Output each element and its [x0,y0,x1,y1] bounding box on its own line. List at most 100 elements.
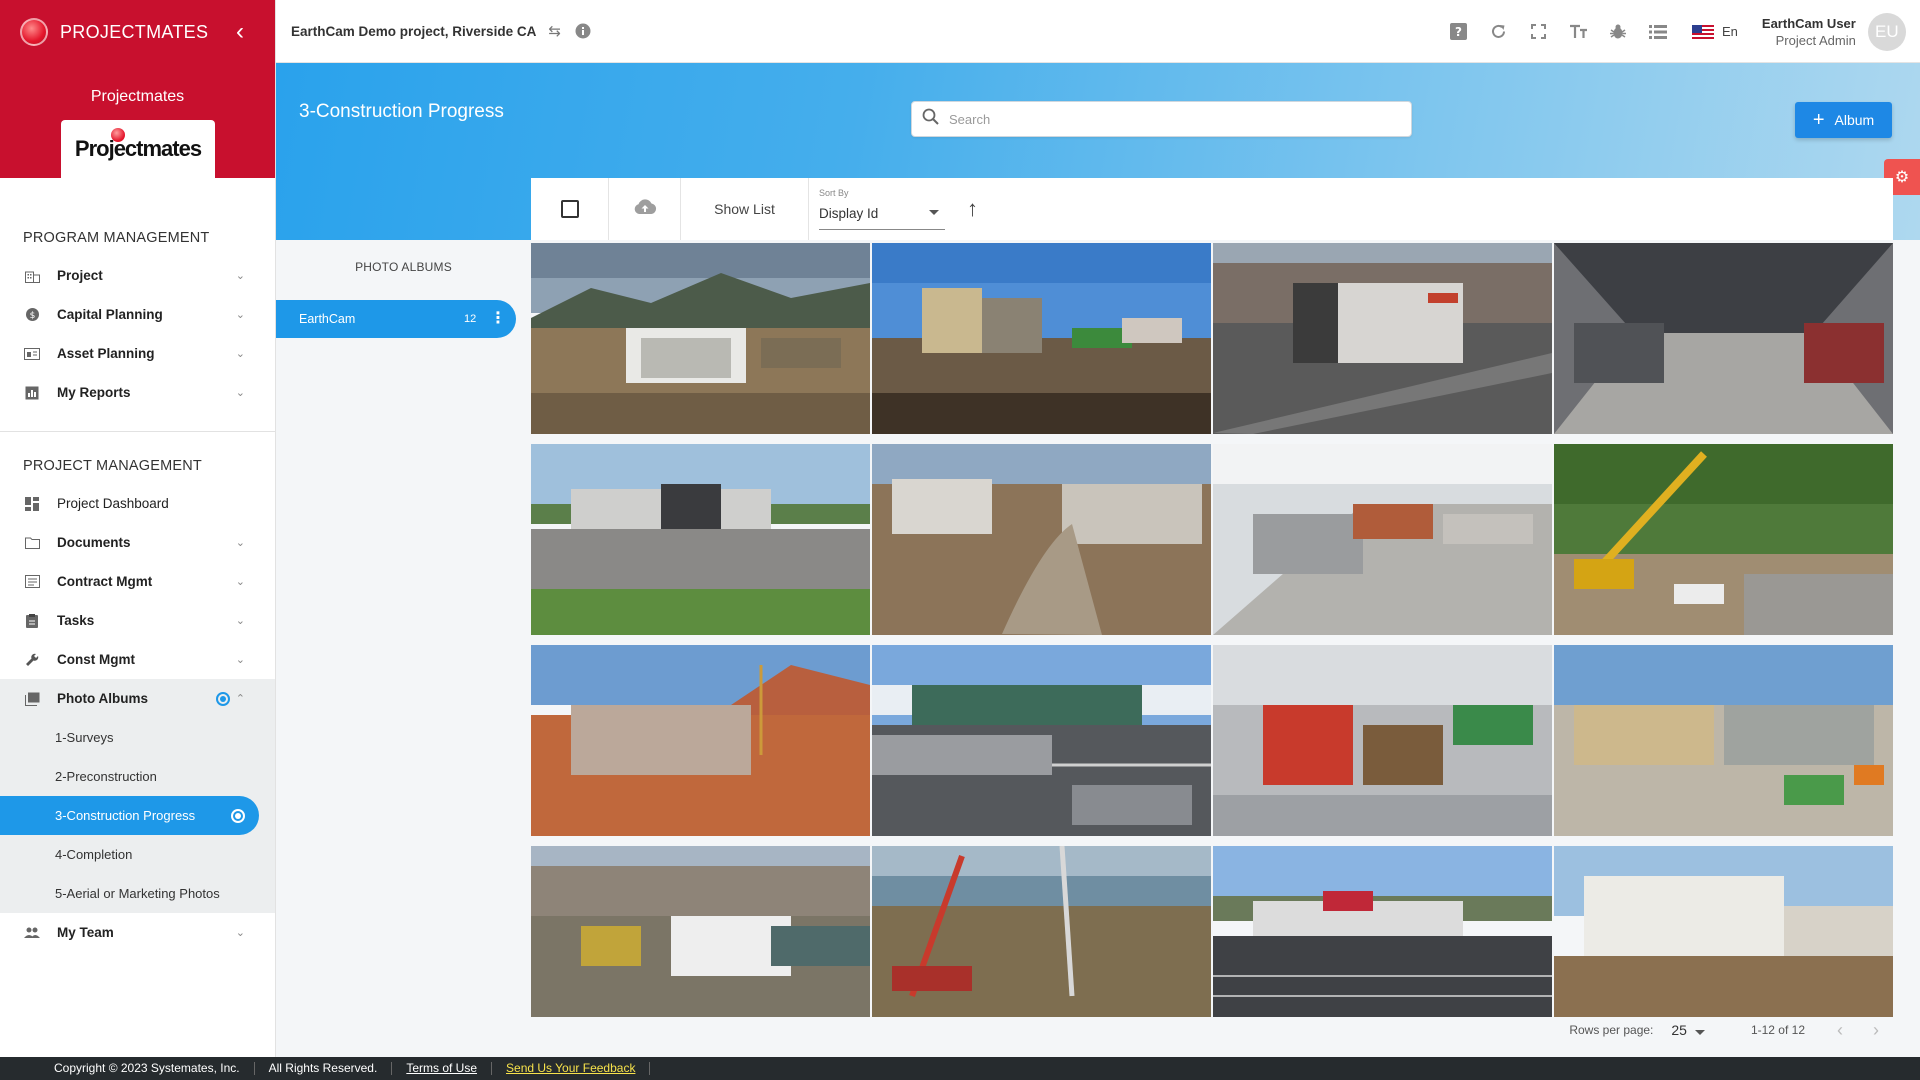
sidebar-item-my-reports[interactable]: My Reports ⌄ [0,373,275,412]
construction-photo [872,243,1211,434]
sidebar-subitem-aerial-marketing[interactable]: 5-Aerial or Marketing Photos [0,874,275,913]
construction-photo [531,243,870,434]
sidebar-item-documents[interactable]: Documents ⌄ [0,523,275,562]
collapse-sidebar-button[interactable]: ‹ [225,18,255,46]
asset-icon [24,346,40,362]
construction-photo [531,846,870,1017]
page-title: 3-Construction Progress [299,101,504,122]
sidebar-subitem-completion[interactable]: 4-Completion [0,835,275,874]
photo-thumbnail[interactable] [1213,846,1552,1017]
organization-logo: Projectmates [61,120,215,178]
sidebar-item-const-mgmt[interactable]: Const Mgmt ⌄ [0,640,275,679]
feedback-link[interactable]: Send Us Your Feedback [506,1061,635,1075]
photo-thumbnail[interactable] [1213,243,1552,434]
rows-per-page-select[interactable]: 25 [1671,1022,1705,1038]
photo-thumbnail[interactable] [1554,846,1893,1017]
switch-project-icon[interactable]: ⇆ [548,22,561,40]
cloud-upload-icon[interactable] [633,198,657,220]
help-icon[interactable]: ? [1438,12,1478,52]
construction-photo [872,444,1211,635]
wrench-icon [24,652,40,668]
sidebar-item-project[interactable]: Project ⌄ [0,256,275,295]
construction-photo [1554,846,1893,1017]
chevron-left-icon[interactable]: ‹ [1837,1020,1843,1041]
bug-icon[interactable] [1598,12,1638,52]
select-all-cell [531,178,609,240]
avatar[interactable]: EU [1867,12,1906,51]
add-album-button[interactable]: + Album [1795,102,1892,138]
photo-thumbnail[interactable] [531,645,870,836]
construction-photo [1213,645,1552,836]
plus-icon: + [1812,109,1825,131]
construction-photo [1554,243,1893,434]
photo-thumbnail[interactable] [872,444,1211,635]
chevron-down-icon: ⌄ [235,348,245,360]
sidebar-item-contract-mgmt[interactable]: Contract Mgmt ⌄ [0,562,275,601]
search-input[interactable] [949,111,1411,127]
text-size-icon[interactable] [1558,12,1598,52]
sidebar-subitem-surveys[interactable]: 1-Surveys [0,718,275,757]
sidebar-subitem-label: 3-Construction Progress [55,808,196,823]
fullscreen-icon[interactable] [1518,12,1558,52]
sidebar-item-capital-planning[interactable]: $ Capital Planning ⌄ [0,295,275,334]
copyright-text: Copyright © 2023 Systemates, Inc. [0,1062,255,1075]
brand-logo-icon [20,18,48,46]
user-info[interactable]: EarthCam User Project Admin [1762,15,1856,49]
sort-ascending-icon[interactable]: ↑ [967,196,978,222]
sort-by-select[interactable]: Sort By Display Id [819,188,945,230]
album-item-earthcam[interactable]: EarthCam 12 ⋮ [276,300,516,338]
photo-thumbnail[interactable] [1554,645,1893,836]
list-view-icon[interactable] [1638,12,1678,52]
select-all-checkbox[interactable] [560,200,579,218]
photo-thumbnail[interactable] [1554,444,1893,635]
sidebar-item-project-dashboard[interactable]: Project Dashboard [0,484,275,523]
photo-album-icon [24,691,40,707]
terms-of-use-link[interactable]: Terms of Use [406,1061,477,1075]
dashboard-icon [24,496,40,512]
language-selector[interactable]: En [1722,24,1738,39]
building-icon [24,268,40,284]
construction-photo [1213,444,1552,635]
sidebar-item-my-team[interactable]: My Team ⌄ [0,913,275,952]
footer: Copyright © 2023 Systemates, Inc. All Ri… [0,1057,1920,1080]
photo-thumbnail[interactable] [531,444,870,635]
sidebar-item-label: Const Mgmt [57,652,135,667]
construction-photo [872,645,1211,836]
photo-grid [531,243,1893,1017]
chevron-right-icon[interactable]: › [1873,1020,1879,1041]
construction-photo [1213,243,1552,434]
photo-thumbnail[interactable] [531,243,870,434]
user-name: EarthCam User [1761,15,1856,31]
sidebar-item-asset-planning[interactable]: Asset Planning ⌄ [0,334,275,373]
folder-icon [24,535,40,551]
svg-text:$: $ [29,311,35,321]
page-range: 1-12 of 12 [1750,1023,1805,1037]
chevron-down-icon: ⌄ [235,270,245,282]
refresh-icon[interactable] [1478,12,1518,52]
search-box[interactable] [911,101,1412,137]
photo-thumbnail[interactable] [872,243,1211,434]
brand-header: PROJECTMATES ‹ Projectmates Projectmates [0,0,275,178]
us-flag-icon[interactable] [1692,24,1714,39]
photo-thumbnail[interactable] [872,645,1211,836]
sidebar-item-photo-albums[interactable]: Photo Albums ⌃ [0,679,275,718]
rows-per-page-label: Rows per page: [1569,1023,1654,1037]
sidebar-item-tasks[interactable]: Tasks ⌄ [0,601,275,640]
sort-by-label: Sort By [819,188,849,198]
photo-thumbnail[interactable] [531,846,870,1017]
organization-name: Projectmates [90,88,185,105]
sidebar-subitem-preconstruction[interactable]: 2-Preconstruction [0,757,275,796]
show-list-button[interactable]: Show List [681,178,809,240]
sidebar: PROJECTMATES ‹ Projectmates Projectmates… [0,0,276,1057]
sidebar-subitem-construction-progress[interactable]: 3-Construction Progress [0,796,259,835]
user-role: Project Admin [1775,32,1856,48]
photo-thumbnail[interactable] [1213,444,1552,635]
logo-dot-icon [110,128,125,142]
add-album-label: Album [1834,112,1875,128]
photo-thumbnail[interactable] [1554,243,1893,434]
more-vert-icon[interactable]: ⋮ [490,311,506,327]
photo-thumbnail[interactable] [872,846,1211,1017]
photo-thumbnail[interactable] [1213,645,1552,836]
project-management-title: PROJECT MANAGEMENT [23,458,202,474]
info-icon[interactable] [575,23,591,39]
